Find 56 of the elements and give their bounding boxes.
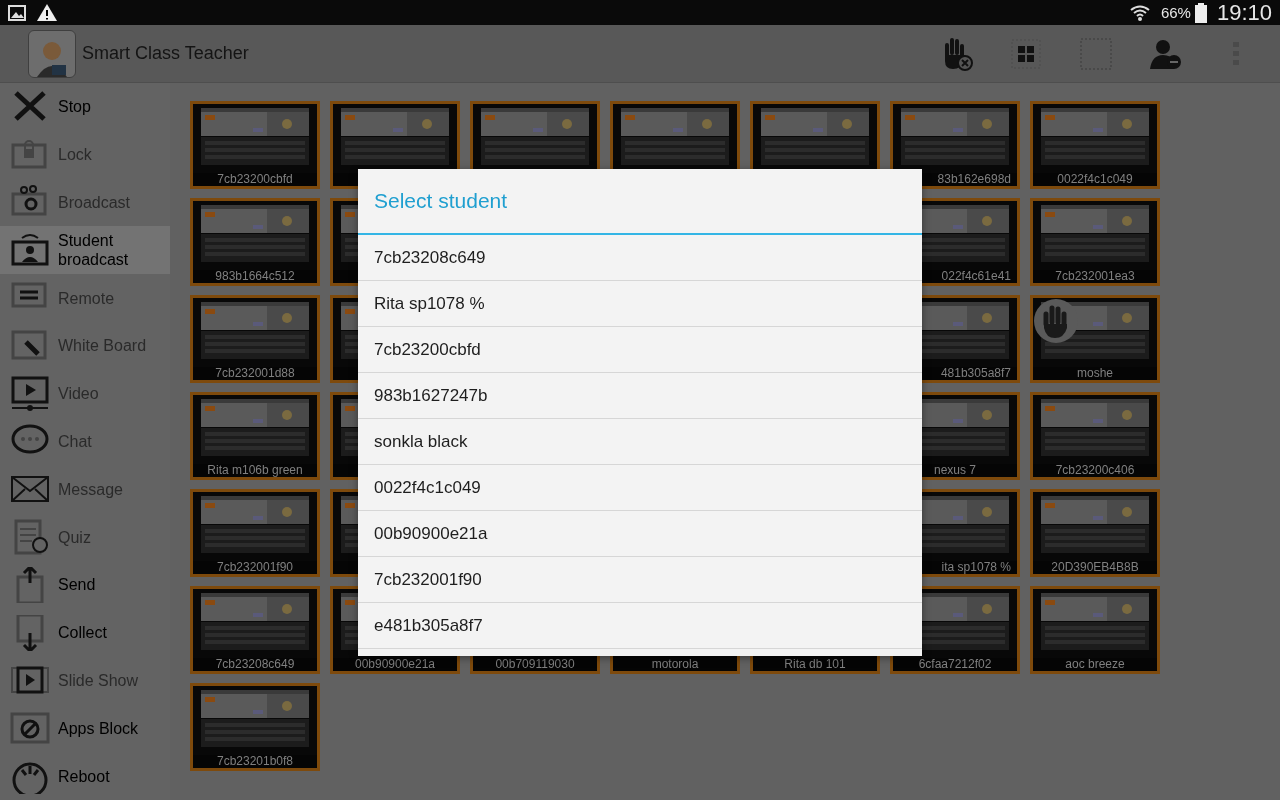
student-screen-tile[interactable]: 7cb232001d88 xyxy=(190,295,320,383)
student-name: aoc breeze xyxy=(1064,658,1126,671)
student-name: 00b90900e21a xyxy=(353,658,437,671)
student-name: moshe xyxy=(1076,367,1114,380)
student-name: 7cb23201b0f8 xyxy=(215,755,295,768)
student-screen-tile[interactable]: 7cb232001ea3 xyxy=(1030,198,1160,286)
student-screen-tile[interactable]: moshe xyxy=(1030,295,1160,383)
student-name: 6cfaa7212f02 xyxy=(917,658,993,671)
student-name: 7cb232001ea3 xyxy=(1054,270,1136,283)
student-name: 7cb23200c406 xyxy=(1054,464,1136,477)
student-name: 7cb23208c649 xyxy=(214,658,296,671)
student-list-item[interactable]: 7cb23208c649 xyxy=(358,235,922,281)
student-screen-tile[interactable]: 7cb23201b0f8 xyxy=(190,683,320,771)
student-list-item[interactable]: 0022f4c1c049 xyxy=(358,465,922,511)
sidebar-item[interactable]: Collect xyxy=(0,608,170,657)
student-screen-tile[interactable]: 7cb23200c406 xyxy=(1030,392,1160,480)
dialog-title: Select student xyxy=(374,189,508,213)
student-screen-tile[interactable]: Rita m106b green xyxy=(190,392,320,480)
student-name: 983b1664c512 xyxy=(214,270,296,283)
student-list-item[interactable]: 7cb232001f90 xyxy=(358,557,922,603)
battery-percent: 66% xyxy=(1160,4,1191,21)
app-title: Smart Class Teacher xyxy=(82,43,249,64)
student-screen-tile[interactable]: 83b162e698d xyxy=(890,101,1020,189)
student-list-item[interactable]: e481b305a8f7 xyxy=(358,603,922,649)
student-name: 7cb232001f90 xyxy=(215,561,295,574)
student-name: motorola xyxy=(650,658,700,671)
student-screen-tile[interactable]: 7cb23208c649 xyxy=(190,586,320,674)
student-name: 481b305a8f7 xyxy=(939,367,1012,380)
student-screen-tile[interactable]: 0022f4c1c049 xyxy=(1030,101,1160,189)
sidebar-item[interactable]: Apps Block xyxy=(0,704,170,753)
student-list-item[interactable]: 7cb23200cbfd xyxy=(358,327,922,373)
student-list-item[interactable]: 983b1627247b xyxy=(358,373,922,419)
student-name: nexus 7 xyxy=(933,464,977,477)
student-name: Rita m106b green xyxy=(206,464,304,477)
student-name: 0022f4c1c049 xyxy=(1056,173,1134,186)
sidebar-item[interactable]: Student broadcast xyxy=(0,226,170,275)
student-list-item[interactable]: sonkla black xyxy=(358,419,922,465)
student-screen-tile[interactable]: aoc breeze xyxy=(1030,586,1160,674)
student-name: 7cb23200cbfd xyxy=(216,173,294,186)
student-name: 00b709119030 xyxy=(494,658,576,671)
sidebar-item[interactable]: Reboot xyxy=(0,752,170,800)
student-screen-tile[interactable]: 7cb23200cbfd xyxy=(190,101,320,189)
student-name: 022f4c61e41 xyxy=(940,270,1012,283)
student-name: 7cb232001d88 xyxy=(214,367,296,380)
sidebar-item[interactable]: Send xyxy=(0,560,170,609)
student-name: 83b162e698d xyxy=(936,173,1012,186)
student-name: ita sp1078 % xyxy=(940,561,1012,574)
student-list-item[interactable]: Rita sp1078 % xyxy=(358,281,922,327)
student-list-item[interactable]: 00b90900e21a xyxy=(358,511,922,557)
student-screen-tile[interactable]: 7cb232001f90 xyxy=(190,489,320,577)
student-screen-tile[interactable]: 20D390EB4B8B xyxy=(1030,489,1160,577)
sidebar-item[interactable]: Stop xyxy=(0,83,170,131)
clock: 19:10 xyxy=(1216,0,1272,26)
student-name: Rita db 101 xyxy=(783,658,847,671)
student-name: 20D390EB4B8B xyxy=(1050,561,1140,574)
student-screen-tile[interactable]: 983b1664c512 xyxy=(190,198,320,286)
